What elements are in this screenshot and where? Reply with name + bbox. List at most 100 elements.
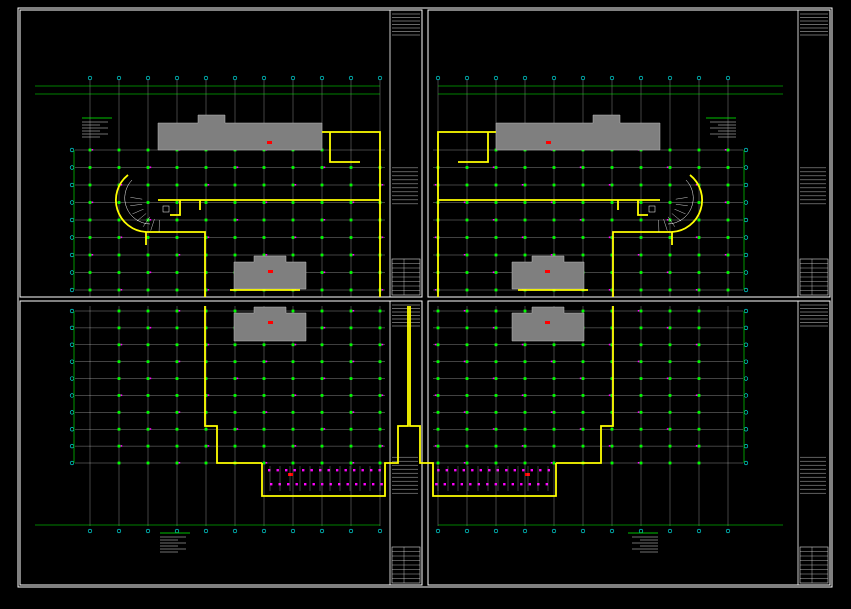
structural-column (552, 410, 556, 414)
column-tag (178, 411, 181, 413)
structural-column (291, 377, 295, 380)
structural-column (349, 253, 353, 257)
structural-column (494, 427, 498, 431)
structural-column (668, 271, 672, 274)
column-tag (463, 201, 466, 204)
footing-marker (445, 469, 448, 472)
structural-column (697, 253, 701, 257)
structural-column (378, 326, 382, 330)
structural-column (175, 377, 179, 380)
structural-column (697, 309, 701, 313)
structural-column (320, 183, 324, 187)
structural-column (552, 201, 556, 204)
structural-column (523, 166, 527, 169)
structural-column (639, 288, 643, 292)
structural-column (146, 271, 150, 274)
column-tag (695, 289, 698, 291)
structural-column (146, 253, 150, 257)
structural-column (291, 427, 295, 431)
structural-column (639, 326, 643, 330)
column-tag (91, 149, 94, 151)
structural-column (552, 183, 556, 187)
structural-column (639, 166, 643, 169)
structural-column (465, 326, 469, 330)
core-marker (545, 270, 550, 273)
column-tag (381, 236, 384, 239)
structural-column (610, 166, 614, 169)
structural-column (465, 253, 469, 257)
structural-column (320, 166, 324, 169)
structural-column (581, 183, 585, 187)
structural-column (291, 236, 295, 239)
footing-marker (355, 483, 358, 486)
structural-column (436, 444, 440, 448)
column-tag (294, 184, 297, 186)
structural-column (465, 166, 469, 169)
column-tag (207, 445, 210, 447)
column-tag (149, 377, 152, 380)
structural-column (349, 201, 353, 204)
structural-column (320, 461, 324, 465)
structural-column (523, 183, 527, 187)
column-tag (381, 394, 384, 397)
column-tag (352, 360, 355, 363)
structural-column (175, 410, 179, 414)
core-marker (546, 141, 551, 144)
structural-column (320, 236, 324, 239)
column-tag (666, 219, 669, 221)
column-tag (178, 462, 181, 464)
structural-column (349, 309, 353, 313)
structural-column (320, 309, 324, 313)
structural-column (726, 166, 730, 169)
structural-column (262, 236, 266, 239)
structural-column (146, 377, 150, 380)
footing-marker (312, 483, 315, 486)
column-tag (492, 326, 495, 329)
structural-column (378, 461, 382, 465)
structural-column (523, 377, 527, 380)
structural-column (465, 309, 469, 313)
structural-column (668, 444, 672, 448)
structural-column (262, 377, 266, 380)
structural-column (726, 201, 730, 204)
structural-column (320, 377, 324, 380)
structural-column (668, 148, 672, 152)
structural-column (349, 218, 353, 222)
column-tag (695, 394, 698, 397)
structural-column (262, 166, 266, 169)
column-tag (120, 445, 123, 447)
structural-column (175, 201, 179, 204)
structural-column (697, 427, 701, 431)
structural-column (552, 236, 556, 239)
structural-column (349, 236, 353, 239)
structural-column (726, 183, 730, 187)
structural-column (639, 201, 643, 204)
structural-column (175, 271, 179, 274)
footing-marker (528, 483, 531, 486)
structural-column (552, 444, 556, 448)
structural-column (204, 427, 208, 431)
column-tag (120, 394, 123, 397)
structural-column (204, 201, 208, 204)
column-tag (294, 394, 297, 397)
footing-marker (321, 483, 324, 486)
column-tag (521, 184, 524, 186)
structural-column (668, 326, 672, 330)
structural-column (465, 343, 469, 347)
structural-column (581, 360, 585, 364)
structural-column (581, 394, 585, 397)
footing-marker (336, 469, 339, 472)
column-tag (666, 428, 669, 430)
structural-column (320, 253, 324, 257)
footing-marker (530, 469, 533, 472)
structural-column (320, 394, 324, 397)
structural-column (378, 343, 382, 347)
column-tag (149, 428, 152, 430)
structural-column (726, 288, 730, 292)
structural-column (117, 394, 121, 397)
structural-column (88, 166, 92, 169)
structural-column (639, 183, 643, 187)
structural-column (117, 253, 121, 257)
structural-column (320, 201, 324, 204)
footing-marker (285, 469, 288, 472)
